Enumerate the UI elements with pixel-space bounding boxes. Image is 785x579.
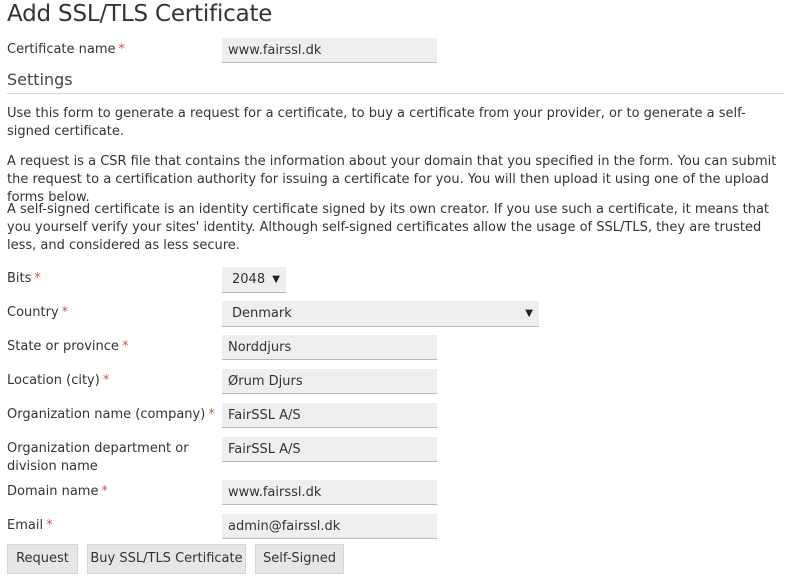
domain-label-text: Domain name (7, 484, 99, 499)
required-marker: * (34, 271, 41, 286)
state-label: State or province * (7, 338, 212, 356)
bits-select[interactable]: 2048 ▼ (222, 267, 286, 293)
department-label: Organization department or division name (7, 441, 189, 474)
required-marker: * (208, 407, 215, 422)
email-input[interactable] (222, 514, 437, 539)
organization-label-text: Organization name (company) (7, 407, 206, 422)
required-marker: * (46, 518, 53, 533)
required-marker: * (61, 305, 69, 320)
state-label-text: State or province (7, 339, 119, 354)
required-marker: * (118, 42, 126, 57)
required-marker: * (101, 484, 108, 499)
country-select-value: Denmark (232, 306, 292, 321)
certificate-name-input[interactable] (222, 38, 437, 63)
certificate-name-label-text: Certificate name (7, 42, 116, 57)
page-title: Add SSL/TLS Certificate (7, 1, 273, 27)
settings-section-title: Settings (7, 70, 73, 89)
state-input[interactable] (222, 335, 437, 360)
location-label-text: Location (city) (7, 373, 100, 388)
email-label-text: Email (7, 518, 44, 533)
domain-input[interactable] (222, 480, 437, 505)
chevron-down-icon: ▼ (525, 308, 533, 319)
country-label: Country * (7, 304, 212, 322)
country-label-text: Country (7, 305, 59, 320)
location-label: Location (city) * (7, 372, 212, 390)
bits-label: Bits * (7, 270, 212, 288)
organization-input[interactable] (222, 403, 437, 428)
buy-certificate-button[interactable]: Buy SSL/TLS Certificate (87, 544, 246, 574)
domain-label: Domain name * (7, 483, 212, 501)
required-marker: * (121, 339, 129, 354)
bits-select-value: 2048 (232, 272, 266, 287)
intro-paragraph-2: A request is a CSR file that contains th… (7, 154, 777, 205)
self-signed-button[interactable]: Self-Signed (255, 544, 344, 574)
intro-paragraph-3: A self-signed certificate is an identity… (7, 202, 770, 253)
chevron-down-icon: ▼ (272, 274, 280, 285)
required-marker: * (102, 373, 110, 388)
email-label: Email * (7, 517, 212, 535)
request-button[interactable]: Request (7, 544, 78, 574)
intro-paragraph-1: Use this form to generate a request for … (7, 106, 746, 139)
department-input[interactable] (222, 437, 437, 462)
certificate-name-label: Certificate name * (7, 41, 212, 59)
location-input[interactable] (222, 369, 437, 394)
section-divider (7, 93, 784, 94)
organization-label: Organization name (company) * (7, 406, 219, 424)
country-select[interactable]: Denmark ▼ (222, 301, 539, 327)
bits-label-text: Bits (7, 271, 32, 286)
